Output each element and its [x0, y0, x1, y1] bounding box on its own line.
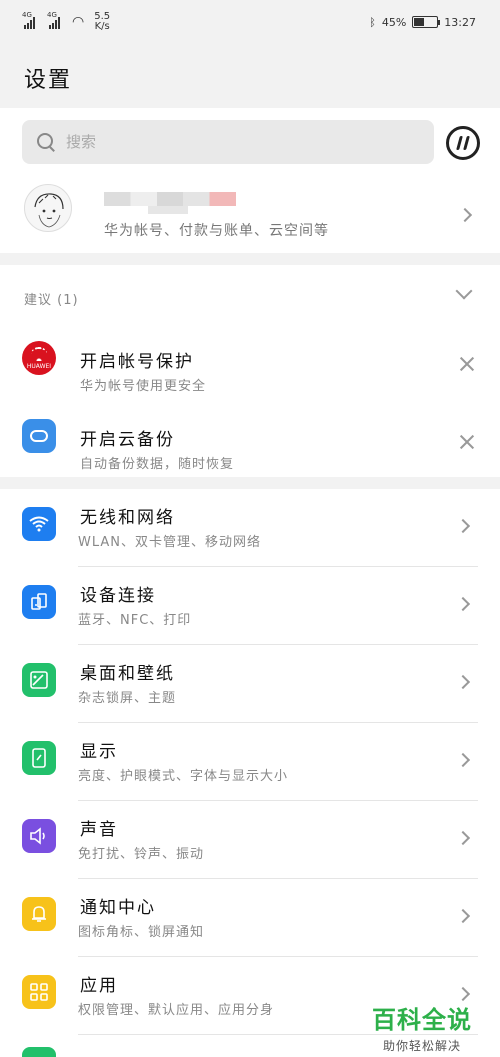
- watermark: 百科全说 助你轻松解决: [372, 1000, 472, 1054]
- settings-item-wallpaper[interactable]: 桌面和壁纸 杂志锁屏、主题: [0, 645, 500, 723]
- settings-item-wireless[interactable]: 无线和网络 WLAN、双卡管理、移动网络: [0, 489, 500, 567]
- settings-item-subtitle: 免打扰、铃声、振动: [78, 847, 205, 862]
- display-icon: [22, 741, 56, 775]
- close-icon[interactable]: [458, 433, 476, 451]
- clock: 13:27: [444, 15, 476, 29]
- settings-item-title: 显示: [80, 742, 118, 762]
- suggestion-title: 开启云备份: [80, 430, 175, 450]
- settings-item-subtitle: 杂志锁屏、主题: [78, 691, 177, 706]
- suggestion-subtitle: 华为帐号使用更安全: [80, 379, 207, 394]
- chevron-right-icon: [455, 596, 471, 612]
- chevron-right-icon: [455, 752, 471, 768]
- suggestion-title: 开启帐号保护: [80, 352, 194, 372]
- settings-item-subtitle: WLAN、双卡管理、移动网络: [78, 535, 262, 550]
- search-icon: [36, 132, 56, 152]
- settings-item-device-connection[interactable]: 设备连接 蓝牙、NFC、打印: [0, 567, 500, 645]
- settings-item-title: 应用: [80, 976, 118, 996]
- huawei-logo: HUAWEI: [22, 341, 56, 375]
- signal-icon: 4G: [22, 11, 35, 29]
- settings-item-notifications[interactable]: 通知中心 图标角标、锁屏通知: [0, 879, 500, 957]
- watermark-title: 百科全说: [372, 1006, 472, 1034]
- wallpaper-icon: [22, 663, 56, 697]
- notification-icon: [22, 897, 56, 931]
- settings-item-title: 声音: [80, 820, 118, 840]
- cloud-backup-icon: [22, 419, 56, 453]
- chevron-right-icon: [455, 986, 471, 1002]
- page-title: 设置: [24, 68, 73, 93]
- account-row[interactable]: 华为帐号、付款与账单、云空间等: [0, 180, 500, 253]
- wifi-icon: [22, 507, 56, 541]
- net-speed: 5.5 K/s: [94, 12, 110, 32]
- search-account-section: 华为帐号、付款与账单、云空间等: [0, 108, 500, 253]
- search-bar[interactable]: [22, 120, 434, 164]
- settings-item-title: 桌面和壁纸: [80, 664, 175, 684]
- voice-assistant-button[interactable]: [446, 126, 480, 160]
- settings-item-partial[interactable]: [22, 1047, 56, 1057]
- battery-percent: 45%: [381, 15, 407, 29]
- network-type-1: 4G: [22, 11, 32, 19]
- suggestion-account-protection[interactable]: HUAWEI 开启帐号保护 华为帐号使用更安全: [0, 337, 500, 415]
- device-connection-icon: [22, 585, 56, 619]
- status-right: ᛒ 45% 13:27: [369, 16, 476, 29]
- settings-item-title: 无线和网络: [80, 508, 175, 528]
- wifi-status-icon: ◠: [72, 14, 85, 30]
- account-name-blurred: [104, 192, 236, 206]
- settings-item-sound[interactable]: 声音 免打扰、铃声、振动: [0, 801, 500, 879]
- suggestions-section: 建议 (1) HUAWEI 开启帐号保护 华为帐号使用更安全 开启云备份 自动备…: [0, 265, 500, 477]
- watermark-subtitle: 助你轻松解决: [382, 1039, 461, 1053]
- network-type-2: 4G: [47, 11, 57, 19]
- bluetooth-icon: ᛒ: [369, 15, 376, 29]
- account-id-blurred: [148, 206, 188, 214]
- settings-item-display[interactable]: 显示 亮度、护眼模式、字体与显示大小: [0, 723, 500, 801]
- chevron-down-icon[interactable]: [455, 282, 473, 300]
- chevron-right-icon: [455, 674, 471, 690]
- signal-icon-2: 4G: [47, 11, 60, 29]
- status-left: 4G 4G ◠ 5.5 K/s: [22, 11, 110, 32]
- huawei-logo-text: HUAWEI: [26, 363, 52, 370]
- chevron-right-icon: [455, 518, 471, 534]
- chevron-right-icon: [455, 908, 471, 924]
- net-speed-unit: K/s: [94, 21, 110, 32]
- chevron-right-icon: [457, 207, 473, 223]
- settings-list: 无线和网络 WLAN、双卡管理、移动网络 设备连接 蓝牙、NFC、打印 桌面和壁…: [0, 489, 500, 1057]
- account-subtitle: 华为帐号、付款与账单、云空间等: [104, 223, 329, 239]
- suggestions-header: 建议 (1): [24, 293, 79, 308]
- sound-icon: [22, 819, 56, 853]
- settings-item-subtitle: 权限管理、默认应用、应用分身: [78, 1003, 275, 1018]
- battery-fill: [414, 18, 425, 26]
- battery-icon: [412, 16, 441, 28]
- close-icon[interactable]: [458, 355, 476, 373]
- settings-item-subtitle: 蓝牙、NFC、打印: [78, 613, 192, 628]
- search-input[interactable]: [66, 133, 386, 151]
- apps-icon: [22, 975, 56, 1009]
- settings-item-subtitle: 图标角标、锁屏通知: [78, 925, 205, 940]
- settings-item-title: 通知中心: [80, 898, 156, 918]
- status-bar: 4G 4G ◠ 5.5 K/s ᛒ 45% 13:27: [0, 0, 500, 44]
- suggestion-subtitle: 自动备份数据，随时恢复: [80, 457, 235, 472]
- chevron-right-icon: [455, 830, 471, 846]
- suggestion-cloud-backup[interactable]: 开启云备份 自动备份数据，随时恢复: [0, 415, 500, 493]
- avatar: [24, 184, 72, 232]
- settings-item-title: 设备连接: [80, 586, 156, 606]
- settings-item-subtitle: 亮度、护眼模式、字体与显示大小: [78, 769, 289, 784]
